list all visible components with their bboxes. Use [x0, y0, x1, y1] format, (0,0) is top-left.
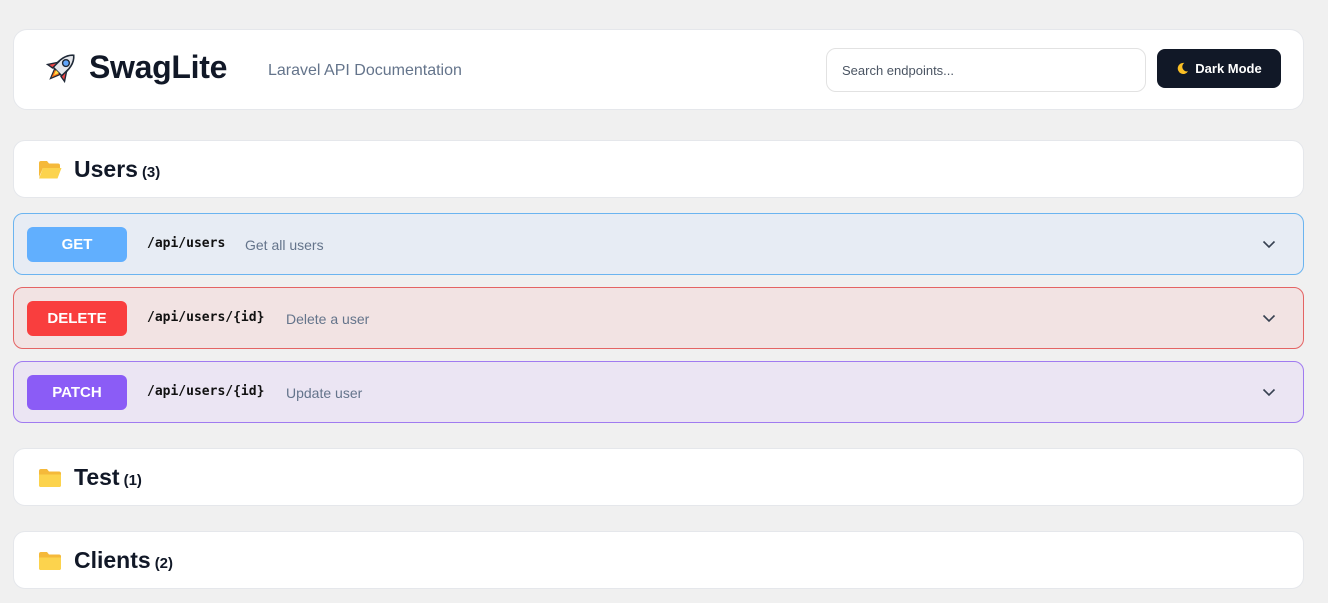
endpoint-description: Delete a user — [286, 311, 370, 327]
group-clients[interactable]: Clients (2) — [13, 531, 1304, 589]
method-badge: GET — [27, 227, 127, 262]
endpoint-patch-user[interactable]: PATCH /api/users/{id} Update user — [13, 361, 1304, 423]
group-name: Test — [74, 464, 120, 490]
group-count: (1) — [123, 472, 142, 489]
endpoint-path: /api/users — [147, 236, 226, 251]
page: SwagLite Laravel API Documentation Dark … — [0, 0, 1328, 603]
chevron-down-icon[interactable] — [1262, 311, 1276, 325]
group-name: Users — [74, 156, 138, 182]
group-title: Clients (2) — [74, 547, 173, 574]
folder-icon — [39, 469, 61, 487]
moon-icon — [1177, 62, 1189, 74]
group-title: Users (3) — [74, 156, 160, 183]
group-title: Test (1) — [74, 464, 142, 491]
folder-icon — [39, 552, 61, 570]
group-users[interactable]: Users (3) — [13, 140, 1304, 198]
chevron-down-icon[interactable] — [1262, 237, 1276, 251]
chevron-down-icon[interactable] — [1262, 385, 1276, 399]
group-test[interactable]: Test (1) — [13, 448, 1304, 506]
header: SwagLite Laravel API Documentation Dark … — [13, 29, 1304, 110]
endpoint-description: Update user — [286, 385, 363, 401]
dark-mode-label: Dark Mode — [1195, 61, 1262, 76]
rocket-icon — [45, 54, 75, 84]
endpoint-description: Get all users — [245, 237, 324, 253]
method-badge: DELETE — [27, 301, 127, 336]
endpoint-path: /api/users/{id} — [147, 310, 265, 325]
endpoint-delete-user[interactable]: DELETE /api/users/{id} Delete a user — [13, 287, 1304, 349]
search-input[interactable] — [826, 48, 1146, 92]
group-name: Clients — [74, 547, 151, 573]
method-badge: PATCH — [27, 375, 127, 410]
folder-open-icon — [39, 161, 62, 179]
group-count: (2) — [154, 555, 174, 572]
endpoint-path: /api/users/{id} — [147, 384, 265, 399]
app-title: SwagLite — [89, 49, 228, 85]
group-count: (3) — [141, 164, 161, 181]
app-subtitle: Laravel API Documentation — [268, 62, 462, 79]
dark-mode-button[interactable]: Dark Mode — [1157, 49, 1281, 88]
endpoint-get-users[interactable]: GET /api/users Get all users — [13, 213, 1304, 275]
